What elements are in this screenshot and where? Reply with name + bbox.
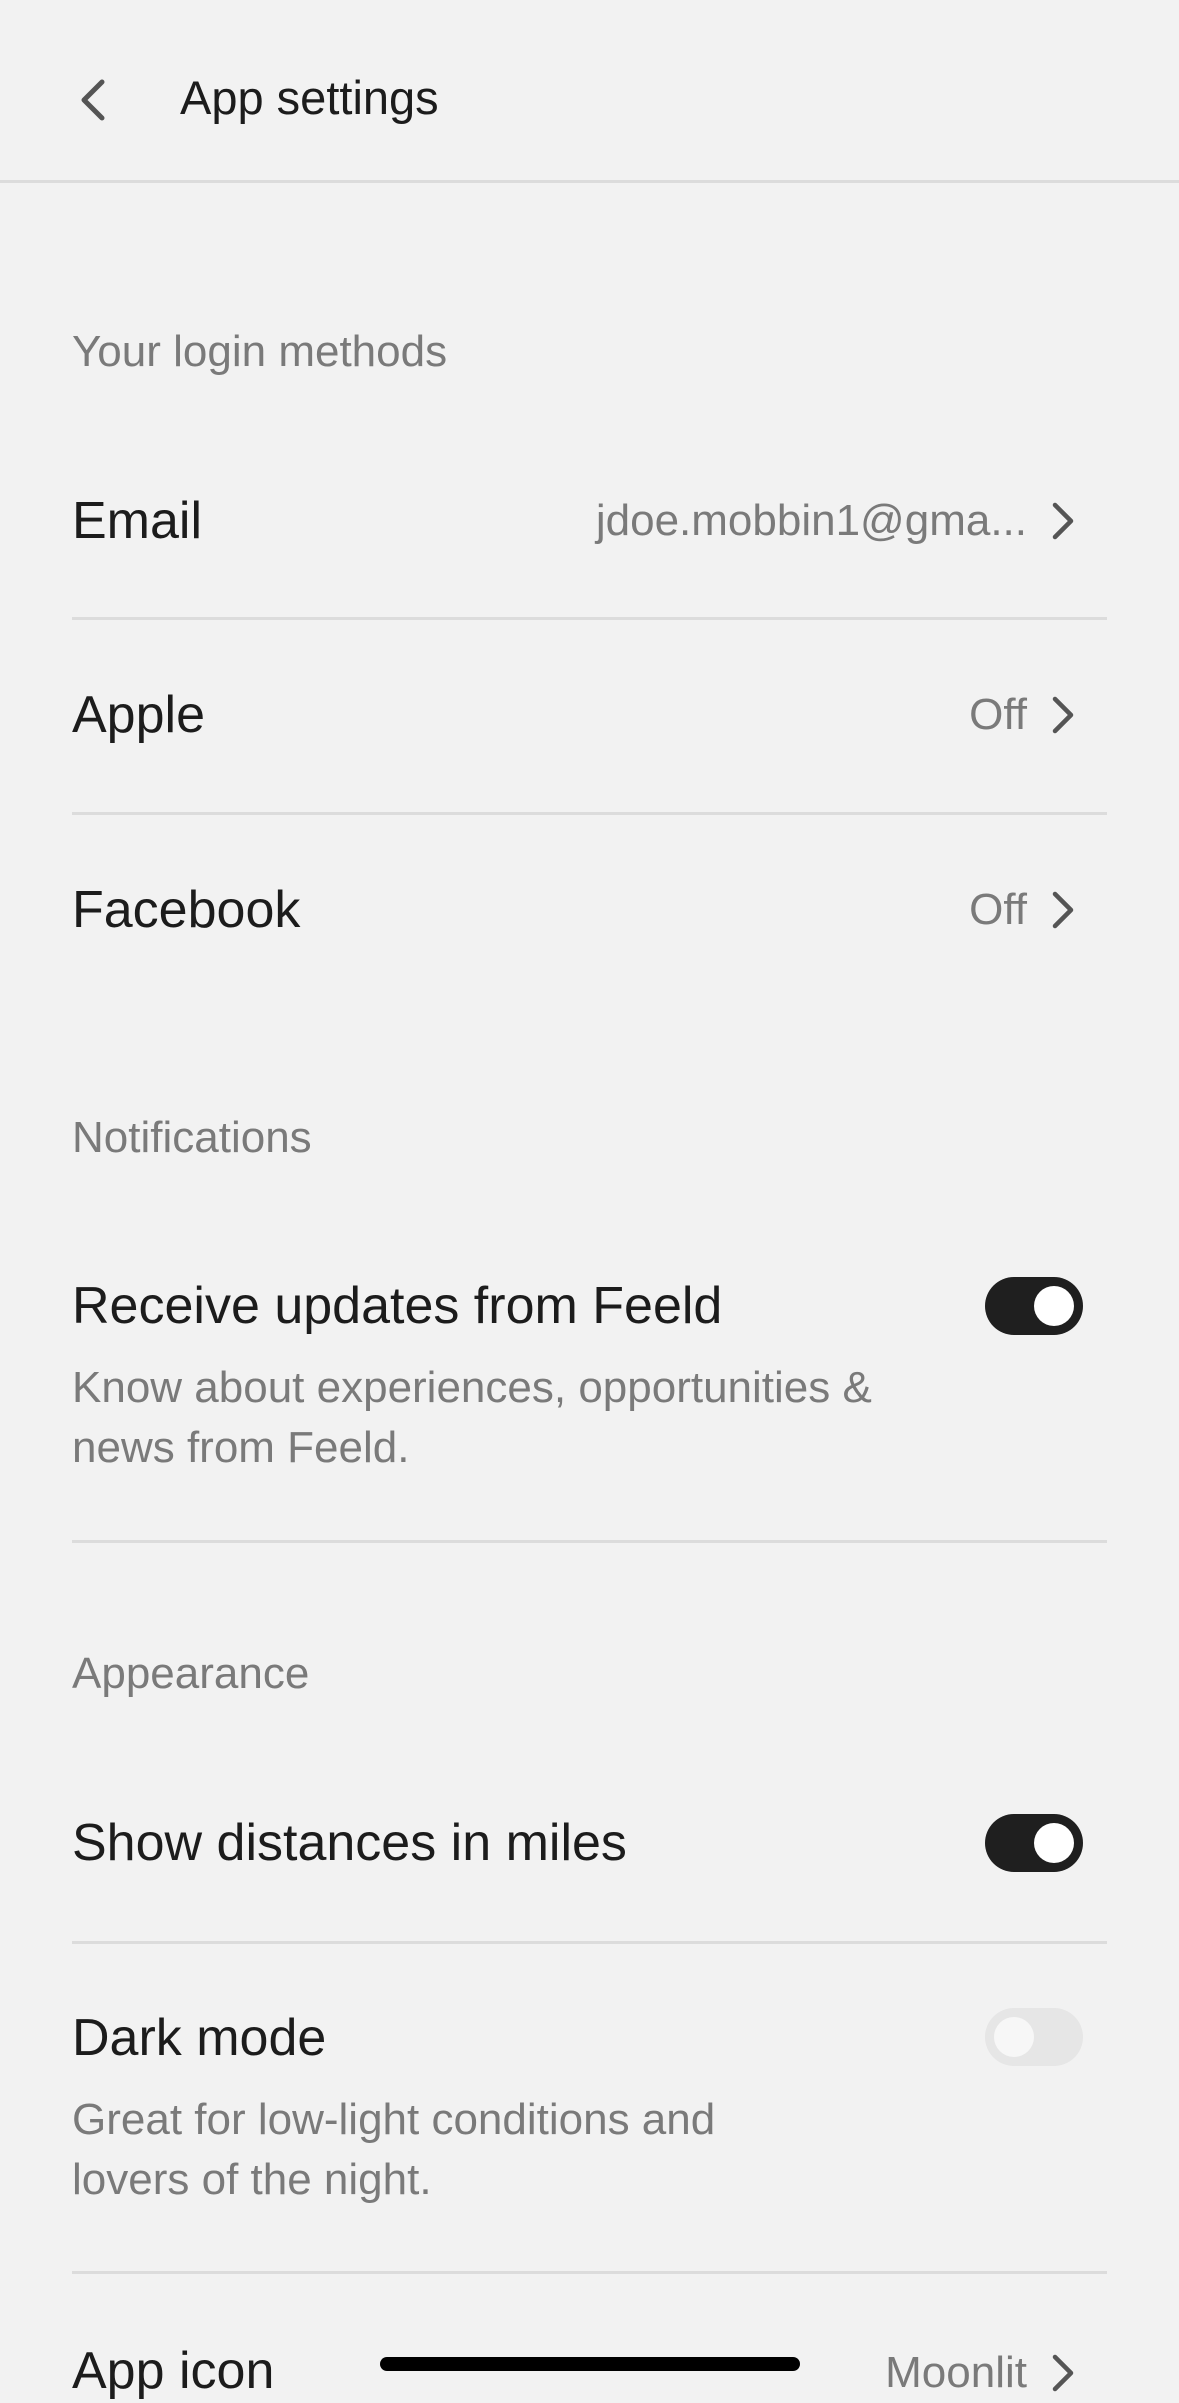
distances-miles-toggle[interactable] bbox=[985, 1814, 1083, 1872]
chevron-left-icon bbox=[81, 79, 105, 121]
app-icon-label: App icon bbox=[72, 2342, 275, 2400]
login-row-facebook[interactable]: Facebook Off bbox=[72, 812, 1107, 1006]
distances-miles-title: Show distances in miles bbox=[72, 1814, 627, 1872]
dark-mode-title: Dark mode bbox=[72, 2009, 327, 2067]
section-label-login: Your login methods bbox=[72, 327, 448, 376]
chevron-right-icon bbox=[1052, 2354, 1074, 2392]
section-label-notifications: Notifications bbox=[72, 1113, 312, 1162]
app-icon-row[interactable]: App icon Moonlit bbox=[72, 2271, 1107, 2400]
header: App settings bbox=[0, 0, 1179, 183]
login-row-email[interactable]: Email jdoe.mobbin1@gma... bbox=[72, 423, 1107, 617]
login-row-value: Off bbox=[969, 690, 1027, 739]
login-row-apple[interactable]: Apple Off bbox=[72, 617, 1107, 811]
chevron-right-icon bbox=[1052, 891, 1074, 929]
login-row-label: Apple bbox=[72, 686, 205, 744]
app-icon-value: Moonlit bbox=[885, 2348, 1027, 2397]
divider bbox=[72, 1540, 1107, 1543]
login-row-value: jdoe.mobbin1@gma... bbox=[595, 496, 1027, 545]
toggle-knob bbox=[1034, 1823, 1074, 1863]
receive-updates-description: Know about experiences, opportunities & … bbox=[72, 1363, 872, 1472]
page-title: App settings bbox=[180, 71, 439, 124]
login-row-label: Facebook bbox=[72, 881, 301, 939]
chevron-right-icon bbox=[1052, 696, 1074, 734]
dark-mode-description: Great for low-light conditions and lover… bbox=[72, 2095, 716, 2204]
toggle-knob bbox=[994, 2017, 1034, 2057]
home-indicator bbox=[380, 2357, 800, 2371]
dark-mode-toggle[interactable] bbox=[985, 2008, 1083, 2066]
section-label-appearance: Appearance bbox=[72, 1649, 310, 1698]
toggle-knob bbox=[1034, 1286, 1074, 1326]
receive-updates-toggle[interactable] bbox=[985, 1277, 1083, 1335]
back-button[interactable] bbox=[60, 60, 124, 140]
receive-updates-title: Receive updates from Feeld bbox=[72, 1277, 723, 1335]
chevron-right-icon bbox=[1052, 502, 1074, 540]
login-row-label: Email bbox=[72, 492, 203, 550]
login-row-value: Off bbox=[969, 885, 1027, 934]
divider bbox=[72, 1941, 1107, 1944]
